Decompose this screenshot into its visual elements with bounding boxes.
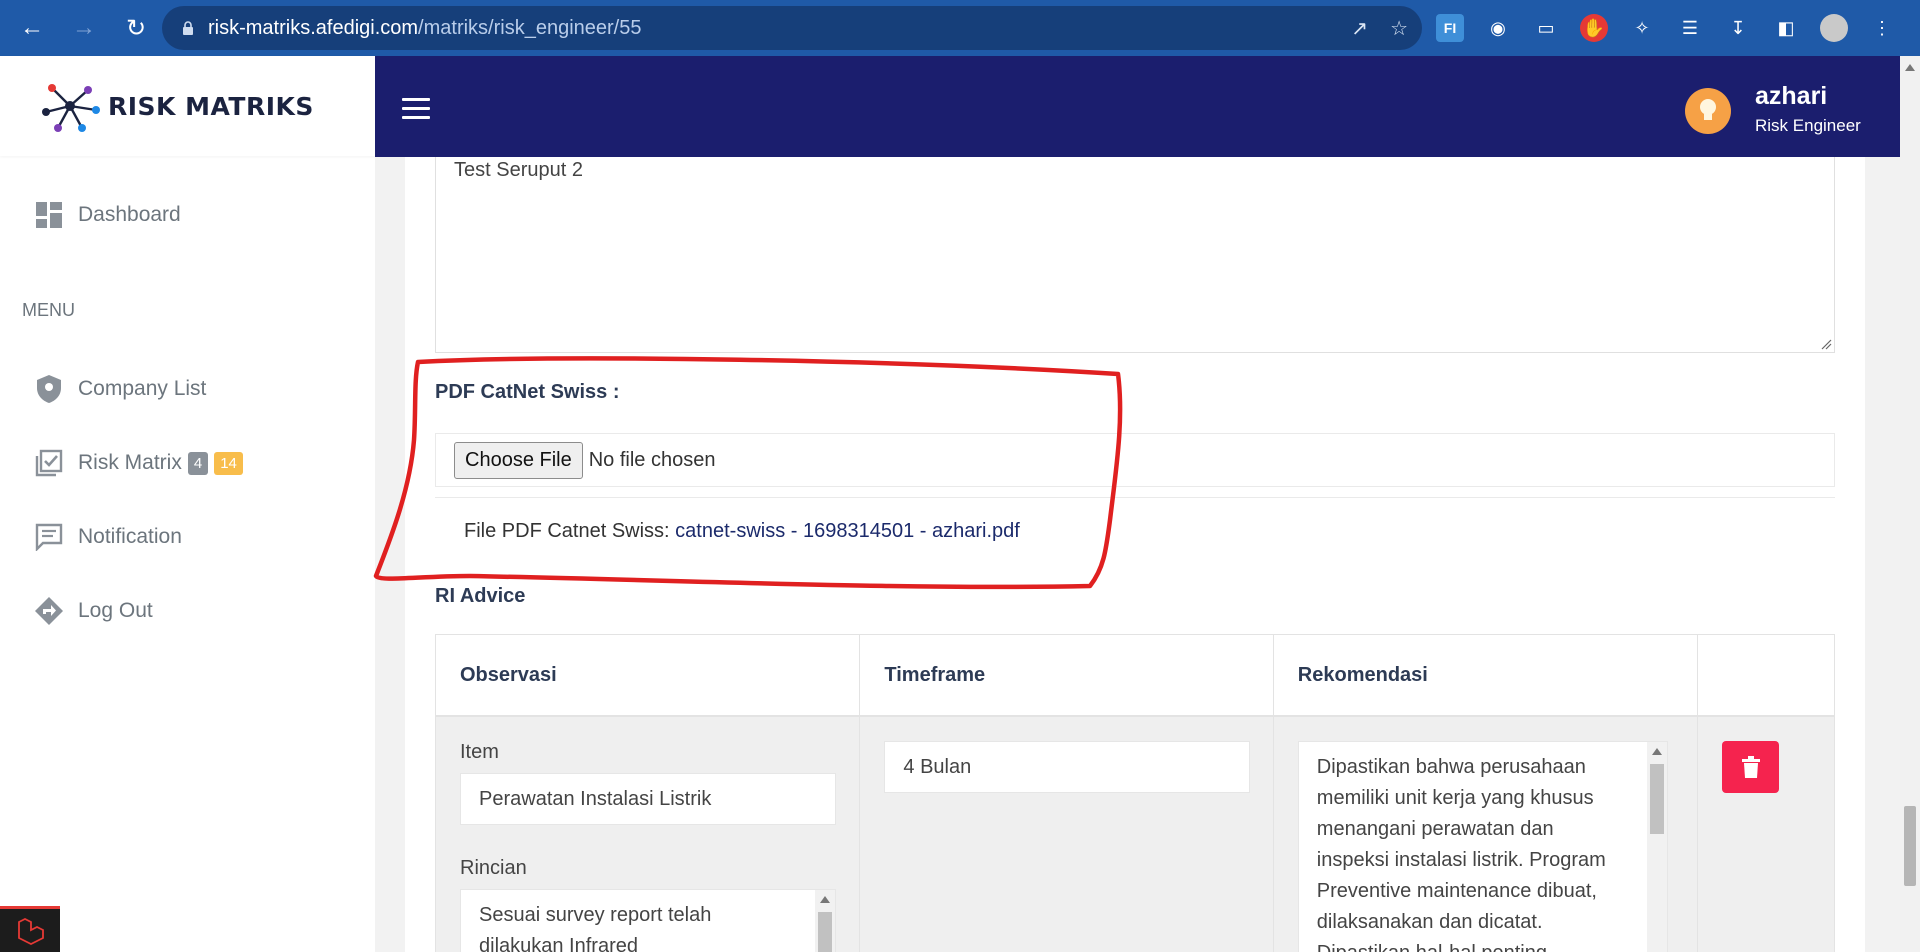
ri-advice-label: RI Advice: [435, 585, 526, 607]
address-bar[interactable]: risk-matriks.afedigi.com/matriks/risk_en…: [162, 6, 1422, 50]
user-avatar[interactable]: [1685, 88, 1731, 134]
reload-icon[interactable]: ↻: [116, 8, 156, 48]
share-icon[interactable]: ↗: [1351, 16, 1368, 41]
brand-logo[interactable]: RISK MATRIKS: [0, 56, 375, 156]
choose-file-button[interactable]: Choose File: [454, 441, 583, 479]
file-info-prefix: File PDF Catnet Swiss:: [464, 520, 676, 542]
lightbulb-icon: [1700, 99, 1716, 120]
current-file-info: File PDF Catnet Swiss: catnet-swiss - 16…: [464, 520, 1020, 543]
side-panel-icon[interactable]: ◧: [1772, 14, 1800, 42]
pdf-file-input[interactable]: Choose File No file chosen: [435, 433, 1835, 487]
network-logo-icon: [42, 84, 100, 132]
dashboard-icon: [34, 200, 64, 230]
sidebar-item-label: Dashboard: [78, 203, 181, 226]
media-queue-icon[interactable]: ☰: [1676, 14, 1704, 42]
kebab-menu-icon[interactable]: ⋮: [1868, 14, 1896, 42]
pdf-file-link[interactable]: catnet-swiss - 1698314501 - azhari.pdf: [675, 520, 1020, 542]
textarea-scrollbar[interactable]: [1646, 742, 1667, 952]
scroll-up-arrow-icon[interactable]: [1905, 64, 1915, 71]
pending-count-badge: 4: [187, 451, 209, 475]
ri-advice-table: Observasi Timeframe Rekomendasi Item Per…: [435, 634, 1835, 952]
rincian-label: Rincian: [460, 857, 527, 879]
url-path: /matriks/risk_engineer/55: [418, 16, 642, 39]
form-card: Test Seruput 2 PDF CatNet Swiss : Choose…: [405, 157, 1865, 952]
trash-icon: [1741, 756, 1760, 778]
bookmark-star-icon[interactable]: ☆: [1390, 16, 1408, 41]
laravel-debugbar-icon[interactable]: [0, 906, 60, 952]
shield-icon: [34, 374, 64, 404]
logout-direction-icon: [34, 596, 64, 626]
observasi-cell: Item Perawatan Instalasi Listrik Rincian…: [436, 717, 861, 952]
sidebar-item-dashboard[interactable]: Dashboard: [34, 200, 181, 230]
sidebar-item-log-out[interactable]: Log Out: [34, 596, 153, 626]
browser-toolbar: ← → ↻ risk-matriks.afedigi.com/matriks/r…: [0, 0, 1920, 56]
rincian-textarea[interactable]: Sesuai survey report telah dilakukan Inf…: [460, 889, 836, 952]
message-icon: [34, 522, 64, 552]
delete-row-button[interactable]: [1722, 741, 1780, 793]
eraser-extension-icon[interactable]: ▭: [1532, 14, 1560, 42]
column-header-actions: [1698, 635, 1834, 715]
actions-cell: [1698, 717, 1834, 952]
download-icon[interactable]: ↧: [1724, 14, 1752, 42]
camera-extension-icon[interactable]: ◉: [1484, 14, 1512, 42]
sidebar-item-label: Log Out: [78, 599, 153, 622]
sidebar: RISK MATRIKS Dashboard MENU Company List…: [0, 56, 375, 952]
notes-textarea[interactable]: Test Seruput 2: [435, 157, 1835, 353]
divider: [435, 497, 1835, 498]
notes-textarea-value: Test Seruput 2: [454, 159, 583, 181]
extension-fi-icon[interactable]: FI: [1436, 14, 1464, 42]
top-header: azhari Risk Engineer: [375, 56, 1920, 157]
timeframe-input[interactable]: 4 Bulan: [884, 741, 1251, 793]
stop-extension-icon[interactable]: ✋: [1580, 14, 1608, 42]
rekomendasi-textarea[interactable]: Dipastikan bahwa perusahaan memiliki uni…: [1297, 741, 1668, 952]
hamburger-menu-icon[interactable]: [402, 98, 430, 125]
sidebar-item-company-list[interactable]: Company List: [34, 374, 206, 404]
file-status-text: No file chosen: [588, 448, 716, 471]
pdf-catnet-label: PDF CatNet Swiss :: [435, 381, 620, 403]
column-header-timeframe: Timeframe: [860, 635, 1274, 715]
page-scrollbar[interactable]: [1900, 56, 1920, 952]
table-row: Item Perawatan Instalasi Listrik Rincian…: [436, 717, 1834, 952]
sidebar-item-label: Notification: [78, 525, 182, 548]
timeframe-cell: 4 Bulan: [860, 717, 1274, 952]
url-host: risk-matriks.afedigi.com: [208, 16, 419, 39]
item-label: Item: [460, 741, 499, 763]
sidebar-item-label: Company List: [78, 377, 207, 400]
sidebar-item-risk-matrix[interactable]: Risk Matrix 4 14: [34, 448, 243, 478]
lock-icon: [183, 21, 193, 35]
table-header: Observasi Timeframe Rekomendasi: [436, 635, 1834, 717]
total-count-badge: 14: [214, 451, 243, 475]
column-header-observasi: Observasi: [436, 635, 861, 715]
user-role: Risk Engineer: [1755, 116, 1861, 135]
textarea-scrollbar[interactable]: [815, 890, 835, 952]
main-content: Test Seruput 2 PDF CatNet Swiss : Choose…: [375, 157, 1900, 952]
menu-section-label: MENU: [22, 300, 75, 320]
checklist-icon: [34, 448, 64, 478]
rekomendasi-cell: Dipastikan bahwa perusahaan memiliki uni…: [1274, 717, 1699, 952]
profile-avatar-icon[interactable]: [1820, 14, 1848, 42]
back-icon[interactable]: ←: [12, 8, 52, 48]
rekomendasi-value: Dipastikan bahwa perusahaan memiliki uni…: [1316, 756, 1606, 952]
resize-grip-icon[interactable]: [1820, 338, 1832, 350]
column-header-rekomendasi: Rekomendasi: [1274, 635, 1699, 715]
sidebar-item-notification[interactable]: Notification: [34, 522, 182, 552]
rincian-value: Sesuai survey report telah dilakukan Inf…: [479, 904, 712, 952]
user-name[interactable]: azhari: [1755, 82, 1827, 111]
scroll-thumb[interactable]: [1904, 806, 1916, 886]
forward-icon[interactable]: →: [64, 8, 104, 48]
puzzle-extensions-icon[interactable]: ✧: [1628, 14, 1656, 42]
item-input[interactable]: Perawatan Instalasi Listrik: [460, 773, 836, 825]
sidebar-item-label: Risk Matrix: [78, 451, 182, 474]
brand-name: RISK MATRIKS: [108, 91, 314, 121]
